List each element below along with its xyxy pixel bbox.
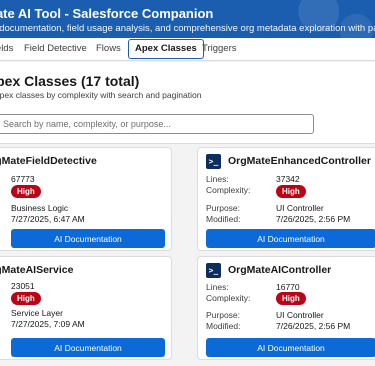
purpose-value: UI Controller: [276, 310, 324, 320]
lines-value: 67773: [11, 174, 35, 184]
complexity-label: Complexity:: [206, 293, 251, 303]
modified-value: 7/27/2025, 6:47 AM: [11, 214, 85, 224]
lines-label: Lines:: [206, 174, 229, 184]
complexity-badge: High: [276, 292, 306, 305]
apex-class-icon: >_: [206, 154, 221, 169]
section-description: Apex classes by complexity with search a…: [0, 90, 202, 100]
class-card: OrgMateFieldDetective 67773 High Busines…: [0, 147, 172, 251]
purpose-value: Service Layer: [11, 308, 63, 318]
modified-value: 7/27/2025, 7:09 AM: [11, 319, 85, 329]
class-name: OrgMateEnhancedController: [228, 155, 371, 167]
ai-documentation-button[interactable]: AI Documentation: [11, 338, 165, 357]
complexity-badge: High: [11, 292, 41, 305]
complexity-badge: High: [276, 185, 306, 198]
apex-section: Apex Classes (17 total) Apex classes by …: [0, 62, 375, 144]
search-input[interactable]: [0, 114, 314, 134]
section-heading: Apex Classes (17 total): [0, 73, 140, 89]
lines-value: 37342: [276, 174, 300, 184]
lines-value: 23051: [11, 281, 35, 291]
modified-value: 7/26/2025, 2:56 PM: [276, 321, 351, 331]
modified-value: 7/26/2025, 2:56 PM: [276, 214, 351, 224]
purpose-label: Purpose:: [206, 203, 241, 213]
ai-documentation-button[interactable]: AI Documentation: [206, 229, 375, 248]
apex-class-icon: >_: [206, 263, 221, 278]
modified-label: Modified:: [206, 321, 241, 331]
app-subtitle: AI-powered documentation, field usage an…: [0, 23, 375, 34]
purpose-label: Purpose:: [206, 310, 241, 320]
class-name: OrgMateAIService: [0, 264, 74, 276]
ai-documentation-button[interactable]: AI Documentation: [11, 229, 165, 248]
complexity-label: Complexity:: [206, 185, 251, 195]
lines-value: 16770: [276, 282, 300, 292]
class-card: >_ OrgMateAIController Lines: 16770 Comp…: [197, 256, 375, 360]
class-name: OrgMateAIController: [228, 264, 332, 276]
class-card: >_ OrgMateEnhancedController Lines: 3734…: [197, 147, 375, 251]
tab-fields[interactable]: Fields: [0, 38, 13, 61]
tab-field-detective[interactable]: Field Detective: [24, 38, 87, 61]
app-header: OrgMate AI Tool - Salesforce Companion A…: [0, 0, 375, 38]
tab-triggers[interactable]: Triggers: [202, 38, 237, 61]
tab-apex-classes[interactable]: Apex Classes: [128, 39, 204, 59]
tab-bar: Fields Field Detective Flows Apex Classe…: [0, 38, 375, 61]
purpose-value: Business Logic: [11, 203, 69, 213]
modified-label: Modified:: [206, 214, 241, 224]
purpose-value: UI Controller: [276, 203, 324, 213]
class-card: OrgMateAIService 23051 High Service Laye…: [0, 256, 172, 360]
ai-documentation-button[interactable]: AI Documentation: [206, 338, 375, 357]
class-name: OrgMateFieldDetective: [0, 155, 97, 167]
tab-flows[interactable]: Flows: [96, 38, 121, 61]
complexity-badge: High: [11, 185, 41, 198]
lines-label: Lines:: [206, 282, 229, 292]
app-title: OrgMate AI Tool - Salesforce Companion: [0, 6, 214, 21]
